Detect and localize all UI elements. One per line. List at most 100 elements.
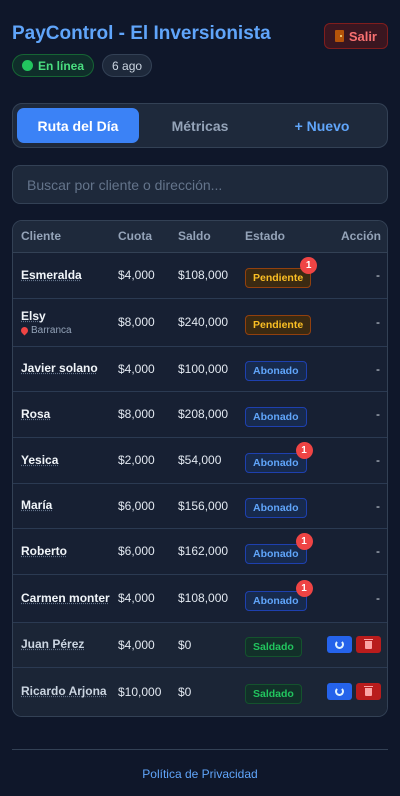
table-row[interactable]: Ricardo Arjona $10,000 $0 Saldado: [13, 667, 387, 716]
action-placeholder: -: [376, 453, 380, 467]
app-title: PayControl - El Inversionista: [12, 23, 271, 44]
client-name-link[interactable]: Rosa: [21, 407, 110, 422]
cell-cuota: $4,000: [118, 361, 155, 376]
trash-icon: [364, 638, 373, 649]
status-badge: Pendiente: [245, 314, 312, 335]
renew-button[interactable]: [327, 683, 352, 701]
client-location: Barranca: [19, 325, 110, 336]
clients-table: Cliente Cuota Saldo Estado Acción Esmera…: [13, 221, 387, 716]
notification-badge: 1: [300, 256, 318, 274]
status-wrap: Pendiente: [245, 314, 312, 335]
column-header-accion: Acción: [319, 221, 387, 253]
column-header-saldo: Saldo: [170, 221, 237, 253]
status-wrap: Saldado: [245, 684, 302, 705]
table-row[interactable]: Carmen monter $4,000 $108,000 Abonado 1 -: [13, 574, 387, 622]
privacy-policy-link[interactable]: Política de Privacidad: [0, 767, 400, 781]
cell-estado: Abonado 1: [237, 574, 319, 622]
cell-saldo: $108,000: [178, 268, 229, 282]
tab-metricas[interactable]: Métricas: [139, 108, 261, 143]
status-wrap: Saldado: [245, 637, 302, 657]
action-placeholder: -: [376, 268, 380, 282]
cell-cuota: $8,000: [118, 315, 155, 329]
main-tabs: Ruta del Día Métricas + Nuevo: [12, 103, 388, 148]
table-row[interactable]: Rosa $8,000 $208,000 Abonado -: [13, 391, 387, 437]
cell-accion: [319, 622, 387, 667]
cell-estado: Abonado: [237, 346, 319, 391]
trash-icon: [364, 685, 373, 696]
cell-estado: Abonado: [237, 391, 319, 437]
cell-client: Ricardo Arjona: [13, 667, 110, 716]
table-header-row: Cliente Cuota Saldo Estado Acción: [13, 221, 387, 253]
cell-cuota: $4,000: [118, 268, 155, 282]
logout-label: Salir: [348, 28, 377, 44]
table-row[interactable]: Esmeralda $4,000 $108,000 Pendiente 1 -: [13, 252, 387, 298]
table-row[interactable]: Juan Pérez $4,000 $0 Saldado: [13, 622, 387, 667]
cell-client: Roberto: [13, 528, 110, 574]
status-wrap: Abonado 1: [245, 579, 313, 611]
date-badge: 6 ago: [102, 54, 153, 77]
client-name-link[interactable]: Esmeralda: [21, 268, 110, 283]
client-name-link[interactable]: Roberto: [21, 544, 110, 559]
tab-ruta-del-dia[interactable]: Ruta del Día: [17, 108, 139, 143]
action-placeholder: -: [376, 407, 380, 421]
client-name-link[interactable]: Carmen monter: [21, 591, 110, 606]
online-status-badge: En línea: [12, 54, 95, 77]
action-placeholder: -: [376, 315, 380, 329]
table-row[interactable]: Javier solano $4,000 $100,000 Abonado -: [13, 346, 387, 391]
cell-client: Carmen monter: [13, 574, 110, 622]
cell-client: María: [13, 483, 110, 528]
cell-accion: -: [319, 574, 387, 622]
column-header-estado: Estado: [237, 221, 319, 253]
cell-accion: -: [319, 528, 387, 574]
action-placeholder: -: [376, 544, 380, 558]
table-row[interactable]: Roberto $6,000 $162,000 Abonado 1 -: [13, 528, 387, 574]
cell-saldo: $240,000: [178, 315, 229, 329]
delete-button[interactable]: [356, 636, 381, 653]
cell-client: Elsy Barranca: [13, 298, 110, 346]
action-placeholder: -: [376, 591, 380, 605]
cell-saldo: $0: [178, 684, 192, 699]
search-input[interactable]: [12, 165, 388, 204]
cell-estado: Saldado: [237, 622, 319, 667]
cell-estado: Abonado 1: [237, 437, 319, 483]
status-wrap: Abonado 1: [245, 532, 313, 564]
status-badge: Saldado: [245, 684, 302, 705]
action-placeholder: -: [376, 498, 380, 513]
cell-accion: -: [319, 391, 387, 437]
status-badges: En línea 6 ago: [12, 54, 153, 77]
cell-accion: -: [319, 252, 387, 298]
renew-button[interactable]: [327, 636, 352, 653]
notification-badge: 1: [295, 532, 313, 550]
cell-estado: Abonado: [237, 483, 319, 528]
logout-button[interactable]: Salir: [323, 23, 388, 49]
cell-accion: -: [319, 437, 387, 483]
client-name-link[interactable]: Yesica: [21, 453, 110, 468]
status-badge: Abonado: [245, 498, 307, 518]
cell-accion: -: [319, 298, 387, 346]
client-name-link[interactable]: Javier solano: [21, 361, 110, 376]
cell-client: Yesica: [13, 437, 110, 483]
table-row[interactable]: Yesica $2,000 $54,000 Abonado 1 -: [13, 437, 387, 483]
cell-cuota: $4,000: [118, 591, 155, 605]
cell-client: Juan Pérez: [13, 622, 110, 667]
footer-divider: [12, 749, 388, 750]
cell-client: Rosa: [13, 391, 110, 437]
online-label: En línea: [38, 58, 85, 73]
table-row[interactable]: Elsy Barranca $8,000 $240,000 Pendiente -: [13, 298, 387, 346]
cell-cuota: $10,000: [118, 684, 162, 699]
cell-saldo: $100,000: [178, 361, 229, 376]
delete-button[interactable]: [356, 683, 381, 701]
cell-cuota: $4,000: [118, 637, 155, 652]
notification-badge: 1: [295, 441, 313, 459]
status-badge: Saldado: [245, 637, 302, 657]
client-name-link[interactable]: Juan Pérez: [21, 637, 110, 652]
cell-cuota: $6,000: [118, 498, 155, 513]
client-name-link[interactable]: María: [21, 498, 110, 513]
status-wrap: Abonado 1: [245, 441, 313, 473]
client-name-link[interactable]: Elsy: [21, 309, 110, 324]
status-badge: Abonado: [245, 406, 307, 427]
cell-estado: Saldado: [237, 667, 319, 716]
client-name-link[interactable]: Ricardo Arjona: [21, 684, 110, 699]
table-row[interactable]: María $6,000 $156,000 Abonado -: [13, 483, 387, 528]
tab-nuevo[interactable]: + Nuevo: [261, 108, 383, 143]
